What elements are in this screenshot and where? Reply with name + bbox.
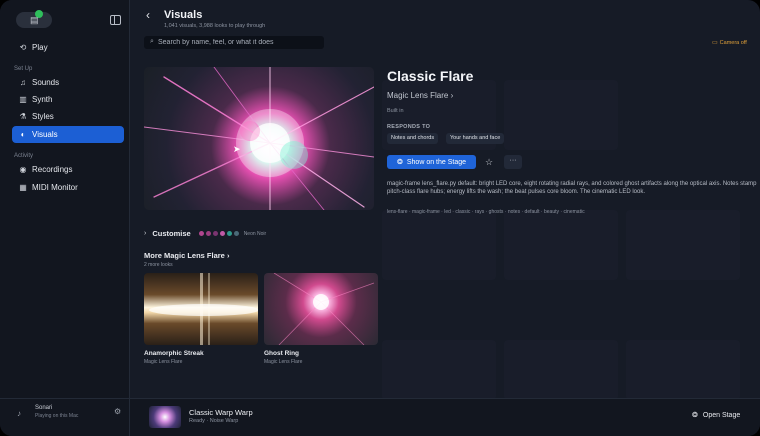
midi-icon: ▦ <box>19 183 27 192</box>
camera-off-icon: ▭ <box>712 40 718 46</box>
visual-title: Classic Flare <box>387 68 474 84</box>
back-chevron-icon[interactable]: ‹ <box>146 8 150 22</box>
search-box: ⌕ <box>144 36 324 49</box>
search-input[interactable] <box>158 36 322 49</box>
sidebar-item-label: MIDI Monitor <box>32 183 78 192</box>
grid-tile <box>504 80 618 150</box>
sidebar-item-label: Visuals <box>32 130 58 139</box>
grid-tile <box>504 340 618 400</box>
palette-swatch <box>219 231 225 236</box>
page-title: Visuals <box>164 9 203 21</box>
sidebar-item-midi-monitor[interactable]: ▦ MIDI Monitor <box>12 179 124 196</box>
background-visual-grid <box>382 80 752 400</box>
palette-swatch <box>233 231 239 236</box>
camera-status: Camera off <box>719 39 747 46</box>
more-looks-label: More Magic Lens Flare <box>144 251 225 260</box>
stage-icon: ❂ <box>692 412 698 419</box>
palette-swatch <box>226 231 232 236</box>
sidebar-item-visuals[interactable]: ◐ Visuals <box>12 126 124 143</box>
customise-section[interactable]: › Customise Neon Noir <box>144 229 266 238</box>
responds-chip: Your hands and face <box>446 133 505 144</box>
palette-name: Neon Noir <box>243 230 267 237</box>
sidebar-item-label: Play <box>32 43 48 52</box>
more-options-icon[interactable]: ··· <box>504 155 522 169</box>
visual-origin: Built in <box>387 108 404 114</box>
device-status: Playing on this Mac <box>35 413 79 419</box>
visuals-icon: ◐ <box>20 130 26 139</box>
now-playing-status: Ready · Noise Warp <box>189 418 239 424</box>
look-card-anamorphic-streak[interactable] <box>144 273 258 345</box>
open-stage-button[interactable]: ❂ Open Stage <box>692 411 741 420</box>
flare-rays <box>144 67 374 210</box>
palette-swatch <box>205 231 211 236</box>
now-playing-bar: Classic Warp Warp Ready · Noise Warp ❂ O… <box>130 398 760 436</box>
chevron-right-icon: › <box>226 251 230 260</box>
record-icon: ◉ <box>19 165 27 174</box>
visual-tags: lens-flare · magic-frame · led · classic… <box>387 209 585 215</box>
chevron-right-icon: › <box>144 230 147 237</box>
responds-to-label: RESPONDS TO <box>387 124 431 130</box>
look-card-family: Magic Lens Flare <box>144 359 183 365</box>
now-playing-thumbnail[interactable] <box>149 406 181 428</box>
look-card-title: Anamorphic Streak <box>144 350 204 357</box>
mouse-cursor-icon: ➤ <box>233 144 241 154</box>
section-label-setup: Set Up <box>14 66 33 72</box>
sidebar-item-label: Styles <box>32 112 54 121</box>
sidebar-footer: ♪ Sonari Playing on this Mac ⚙ <box>0 398 130 436</box>
play-icon: ⟲ <box>19 43 27 52</box>
sidebar-toggle-icon[interactable] <box>110 15 121 25</box>
customise-label: Customise <box>152 229 191 238</box>
music-note-icon: ♪ <box>17 409 21 418</box>
device-name: Sonari <box>35 405 53 411</box>
sidebar-item-recordings[interactable]: ◉ Recordings <box>12 161 124 178</box>
look-card-ghost-ring[interactable] <box>264 273 378 345</box>
sidebar-item-label: Synth <box>32 95 53 104</box>
piano-keys-icon: ▥ <box>19 95 27 104</box>
section-label-activity: Activity <box>14 153 34 159</box>
look-card-family: Magic Lens Flare <box>264 359 303 365</box>
sidebar-item-label: Sounds <box>32 78 60 87</box>
responds-chip: Notes and chords <box>387 133 439 144</box>
music-notes-icon: ♫ <box>20 78 26 87</box>
grid-tile <box>626 340 740 400</box>
visual-preview[interactable]: ➤ <box>144 67 374 210</box>
gear-icon[interactable]: ⚙ <box>114 407 121 416</box>
look-card-title: Ghost Ring <box>264 350 300 357</box>
sidebar-item-label: Recordings <box>32 165 73 174</box>
palette-swatch <box>198 231 204 236</box>
now-playing-title: Classic Warp Warp <box>189 408 253 417</box>
palette-swatch <box>212 231 218 236</box>
grid-tile <box>626 210 740 280</box>
streak-art <box>149 273 258 345</box>
grid-tile <box>382 210 496 280</box>
visual-family-link[interactable]: Magic Lens Flare › <box>387 91 453 100</box>
app-window: ▤ ⟲ Play Set Up ♫ Sounds ▥ Synth ⚗ Style… <box>0 0 760 436</box>
visual-family-label: Magic Lens Flare <box>387 91 449 100</box>
search-icon: ⌕ <box>150 38 154 45</box>
app-logo-icon: ▤ <box>30 15 39 25</box>
sidebar: ▤ ⟲ Play Set Up ♫ Sounds ▥ Synth ⚗ Style… <box>0 0 130 436</box>
main-content: ‹ Visuals 1,041 visuals, 3,988 looks to … <box>130 0 760 436</box>
sidebar-item-synth[interactable]: ▥ Synth <box>12 91 124 108</box>
camera-off-button[interactable]: ▭ Camera off <box>712 39 747 47</box>
chevron-right-icon: › <box>450 91 454 100</box>
visual-description: magic-frame lens_flare.py default: brigh… <box>387 181 757 195</box>
ghost-ring-art <box>273 273 375 345</box>
sidebar-item-play[interactable]: ⟲ Play <box>12 39 124 56</box>
grid-tile <box>504 210 618 280</box>
more-looks-count: 2 more looks <box>144 262 173 268</box>
favorite-star-icon[interactable]: ☆ <box>482 155 496 169</box>
page-subtitle: 1,041 visuals, 3,988 looks to play throu… <box>164 23 266 29</box>
styles-icon: ⚗ <box>19 112 27 121</box>
sidebar-item-sounds[interactable]: ♫ Sounds <box>12 74 124 91</box>
stage-icon: ❂ <box>396 159 403 166</box>
show-on-stage-label: Show on the Stage <box>406 158 467 166</box>
more-looks-title[interactable]: More Magic Lens Flare › <box>144 251 229 260</box>
sidebar-item-styles[interactable]: ⚗ Styles <box>12 108 124 125</box>
open-stage-label: Open Stage <box>702 411 741 419</box>
grid-tile <box>382 340 496 400</box>
show-on-stage-button[interactable]: ❂ Show on the Stage <box>387 155 476 169</box>
